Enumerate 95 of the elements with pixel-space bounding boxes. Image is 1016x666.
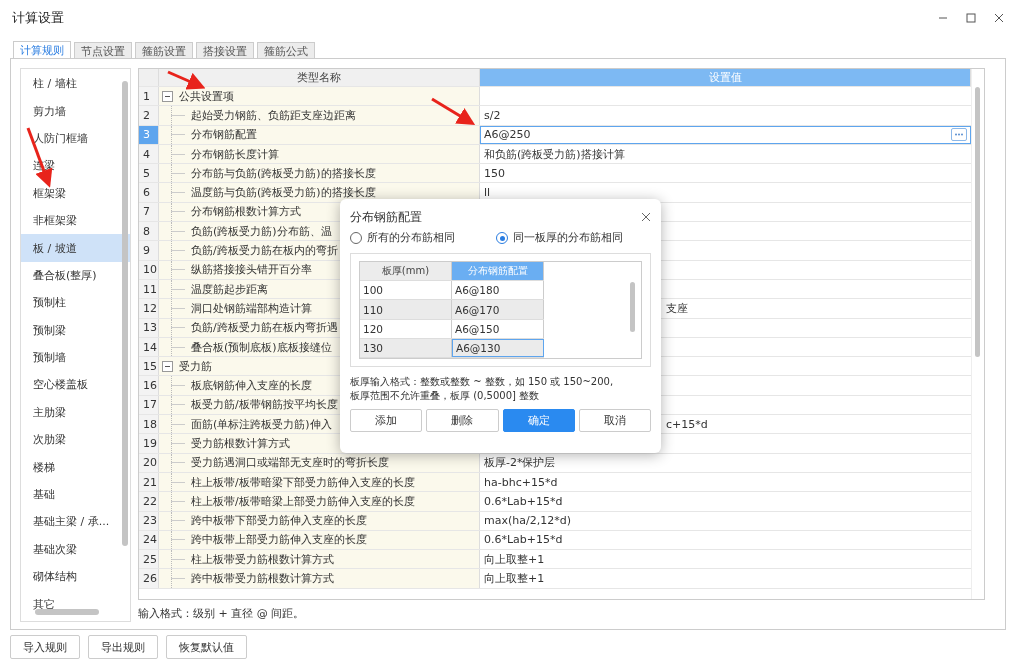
- category-item[interactable]: 其它: [21, 590, 130, 618]
- group-name: 公共设置项: [179, 88, 234, 104]
- annotation-arrow: [431, 97, 476, 126]
- window-title: 计算设置: [12, 9, 65, 27]
- column-header: 类型名称: [159, 69, 480, 86]
- category-item[interactable]: 框架梁: [21, 179, 130, 207]
- footer-button[interactable]: 恢复默认值: [166, 635, 247, 659]
- category-item[interactable]: 基础次梁: [21, 535, 130, 564]
- close-icon[interactable]: [994, 13, 1004, 23]
- category-item[interactable]: 楼梯: [21, 453, 130, 481]
- setting-value-cell-text: 0.6*Lab+15*d: [483, 532, 564, 549]
- setting-value-cell-text: 板厚-2*保护层: [483, 455, 557, 472]
- footer-button[interactable]: 导入规则: [10, 635, 80, 659]
- column-header: 设置值: [480, 69, 971, 86]
- category-item[interactable]: 叠合板(整厚): [21, 261, 130, 290]
- setting-value-cell-text: 向上取整+1: [483, 571, 546, 588]
- category-item[interactable]: 预制梁: [21, 316, 130, 344]
- column-header: 分布钢筋配置: [452, 262, 544, 281]
- config-cell[interactable]: A6@130: [452, 338, 544, 357]
- scrollbar-thumb[interactable]: [122, 81, 128, 546]
- input-hint: 输入格式：级别 + 直径 @ 间距。: [138, 606, 306, 622]
- row-number: 18: [139, 415, 159, 434]
- row-number: 15: [139, 357, 159, 376]
- setting-value: 支座: [666, 300, 688, 316]
- row-number: 9: [139, 241, 159, 260]
- setting-name-cell: 起始受力钢筋、负筋距支座边距离: [159, 106, 480, 125]
- config-cell[interactable]: A6@170: [452, 300, 544, 319]
- dialog-button[interactable]: 添加: [350, 409, 423, 432]
- thickness-cell: 130: [360, 338, 452, 357]
- thickness-cell: 110: [360, 300, 452, 319]
- setting-value-cell-text: 和负筋(跨板受力筋)搭接计算: [483, 146, 626, 163]
- category-item[interactable]: 板 / 坡道: [21, 234, 130, 262]
- category-item[interactable]: 非框架梁: [21, 206, 130, 235]
- annotation-arrow: [26, 127, 53, 188]
- setting-name-cell: 柱上板带受力筋根数计算方式: [159, 550, 480, 569]
- maximize-icon[interactable]: [966, 13, 976, 23]
- setting-value-cell-text: max(ha/2,12*d): [483, 513, 572, 530]
- tab[interactable]: 箍筋设置: [135, 42, 193, 58]
- collapse-toggle[interactable]: [162, 360, 173, 372]
- dialog-button[interactable]: 删除: [426, 409, 499, 432]
- category-item[interactable]: 预制墙: [21, 343, 130, 372]
- collapse-toggle[interactable]: [162, 90, 173, 102]
- dialog-button[interactable]: 取消: [578, 409, 651, 432]
- row-number: 25: [139, 550, 159, 569]
- dialog-button[interactable]: 确定: [502, 409, 575, 432]
- column-header: 板厚(mm): [360, 262, 452, 281]
- setting-value-cell-text: 0.6*Lab+15*d: [483, 493, 564, 510]
- tab[interactable]: 搭接设置: [196, 42, 254, 58]
- config-cell[interactable]: A6@180: [452, 281, 544, 300]
- setting-value-cell-text: s/2: [483, 107, 502, 124]
- ellipsis-button[interactable]: [951, 128, 967, 142]
- setting-name-cell: 分布筋与负筋(跨板受力筋)的搭接长度: [159, 164, 480, 183]
- setting-name-cell: 温度筋与负筋(跨板受力筋)的搭接长度: [159, 183, 480, 202]
- category-item[interactable]: 人防门框墙: [21, 124, 130, 153]
- value-field[interactable]: A6@250: [480, 125, 971, 144]
- category-item[interactable]: 预制柱: [21, 289, 130, 317]
- setting-name-cell: 跨中板带受力筋根数计算方式: [159, 569, 480, 588]
- scrollbar-thumb[interactable]: [975, 87, 980, 357]
- row-number: 26: [139, 569, 159, 588]
- row-number: 2: [139, 106, 159, 125]
- row-number: 16: [139, 376, 159, 395]
- tab[interactable]: 节点设置: [74, 42, 132, 58]
- category-item[interactable]: 空心楼盖板: [21, 371, 130, 399]
- category-item[interactable]: 柱 / 墙柱: [21, 70, 130, 98]
- tab[interactable]: 计算规则: [13, 41, 71, 59]
- row-number: 22: [139, 492, 159, 511]
- scrollbar-thumb[interactable]: [630, 282, 635, 332]
- footer-button[interactable]: 导出规则: [88, 635, 158, 659]
- category-item[interactable]: 基础: [21, 480, 130, 509]
- scrollbar-thumb[interactable]: [35, 609, 99, 615]
- setting-value-cell-text: 150: [483, 165, 506, 182]
- row-number: 12: [139, 299, 159, 318]
- setting-value: c+15*d: [666, 417, 708, 431]
- setting-value-cell-text: ll: [483, 185, 492, 202]
- thickness-cell: 120: [360, 319, 452, 338]
- category-item[interactable]: 砌体结构: [21, 563, 130, 591]
- category-item[interactable]: 基础主梁 / 承...: [21, 508, 130, 536]
- category-item[interactable]: 主肋梁: [21, 398, 130, 427]
- setting-value-cell-text: ha-bhc+15*d: [483, 474, 559, 491]
- config-cell[interactable]: A6@150: [452, 319, 544, 338]
- setting-value-cell-text: 向上取整+1: [483, 551, 546, 568]
- tab[interactable]: 箍筋公式: [257, 42, 315, 58]
- close-icon[interactable]: [641, 212, 651, 222]
- category-item[interactable]: 次肋梁: [21, 426, 130, 454]
- row-number: 8: [139, 222, 159, 241]
- row-number: 1: [139, 87, 159, 106]
- annotation-arrow: [167, 70, 206, 90]
- row-number: 19: [139, 434, 159, 453]
- row-number: 6: [139, 183, 159, 202]
- thickness-cell: 100: [360, 281, 452, 300]
- setting-name-cell: 柱上板带/板带暗梁上部受力筋伸入支座的长度: [159, 492, 480, 511]
- ellipsis-icon: [954, 133, 964, 137]
- category-item[interactable]: 剪力墙: [21, 97, 130, 125]
- row-number: 5: [139, 164, 159, 183]
- group-name: 受力筋: [179, 358, 212, 374]
